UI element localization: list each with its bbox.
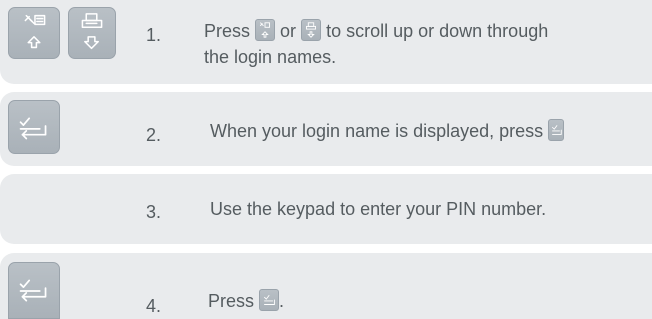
scroll-up-inline-key <box>255 19 276 41</box>
tools-up-icon <box>260 22 270 38</box>
scroll-down-inline-key <box>301 19 322 41</box>
enter-inline-key-step-4 <box>259 289 280 311</box>
step-1-text-line1: Press or to scroll up or down through <box>204 19 548 43</box>
step-1-text-line2: the login names. <box>204 47 337 67</box>
printer-down-icon <box>306 22 317 38</box>
enter-key[interactable] <box>8 100 60 154</box>
step-3-text: Use the keypad to enter your PIN number. <box>210 199 547 219</box>
enter-icon <box>19 117 47 140</box>
step-1-or-label: or <box>280 21 297 41</box>
step-1-instruction: to scroll up or down through <box>326 21 549 41</box>
step-2-instruction: When your login name is displayed, press <box>210 121 544 141</box>
enter-key-step-4[interactable] <box>8 262 60 319</box>
scroll-down-key[interactable] <box>68 7 116 59</box>
step-2-number: 2. <box>146 125 162 145</box>
scroll-up-key[interactable] <box>8 7 60 59</box>
step-4-band <box>0 253 652 319</box>
tools-up-icon <box>24 14 46 49</box>
enter-icon <box>552 125 562 135</box>
step-1-press-label: Press <box>204 21 251 41</box>
step-1-number: 1. <box>146 25 162 45</box>
step-4-period: . <box>279 291 285 311</box>
step-2-text: When your login name is displayed, press <box>210 119 565 143</box>
step-4-text: Press . <box>208 289 284 313</box>
step-4-number: 4. <box>146 296 162 316</box>
enter-inline-key <box>548 119 565 141</box>
step-4-press-label: Press <box>208 291 255 311</box>
step-3-number: 3. <box>146 202 162 222</box>
enter-icon <box>264 295 275 305</box>
printer-down-icon <box>81 13 103 50</box>
enter-icon <box>19 279 47 302</box>
